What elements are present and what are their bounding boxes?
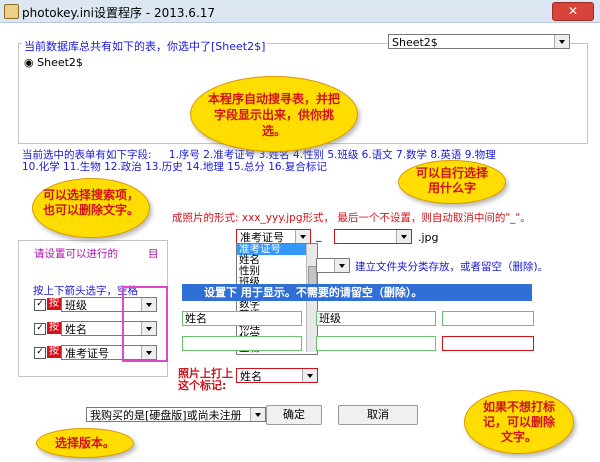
chevron-down-icon[interactable] [295,230,310,243]
version-dropdown-value: 我购买的是[硬盘版]或尚未注册 [90,409,242,422]
fields-line2: 10.化学 11.生物 12.政治 13.历史 14.地理 15.总分 16.复… [22,161,327,173]
title-bar: photokey.ini设置程序 - 2013.6.17 ✕ [0,0,600,23]
search-row-checkbox[interactable]: ✓ [34,323,46,335]
fields-info: 当前选中的表单有如下字段: 1.序号 2.准考证号 3.姓名 4.性别 5.班级… [22,149,582,173]
display-field-6[interactable] [316,336,436,351]
display-banner: 设置下 用于显示。不需要的请留空（删除）。 [182,284,532,301]
chevron-down-icon[interactable] [302,369,317,382]
photo-format-label: 成照片的形式: xxx_yyy.jpg形式， 最后一个不设置，则自动取消中间的"… [172,212,531,224]
fields-label: 当前选中的表单有如下字段: [22,149,152,161]
display-field-1[interactable]: 姓名 [182,311,302,326]
version-dropdown[interactable]: 我购买的是[硬盘版]或尚未注册 [86,407,266,422]
bubble-self-select: 可以自行选择用什么字 [398,160,506,204]
bubble-delete-mark: 如果不想打标记，可以删除文字。 [464,390,574,454]
search-row-tag: 按 [47,322,61,334]
photo-format-dropdown1[interactable]: 准考证号 [236,229,311,244]
chevron-down-icon[interactable] [396,230,411,243]
display-field-5[interactable] [182,336,302,351]
search-row-value: 班级 [65,299,87,312]
mark-label-line2: 这个标记: [178,379,227,392]
bubble-auto-search: 本程序自动搜寻表，并把字段显示出来，供你挑选。 [190,76,358,152]
ok-button[interactable]: 确定 [266,405,322,425]
table-dropdown-value: Sheet2$ [392,36,438,49]
table-radio[interactable]: ◉ Sheet2$ [24,56,83,69]
cancel-button[interactable]: 取消 [338,405,418,425]
photo-format-dropdown2[interactable] [334,229,412,244]
search-row-tag: 按 [47,346,61,358]
separator-label: _ [316,229,322,242]
db-info-label: 当前数据库总共有如下的表，你选中了[Sheet2$] [22,38,268,54]
chevron-down-icon[interactable] [334,259,349,272]
search-panel-title: 请设置可以进行的 [34,246,118,261]
search-panel-title-text: 请设置可以进行的 [34,248,118,260]
search-row-tag: 按 [47,298,61,310]
search-row-value: 姓名 [65,323,87,336]
display-field-4[interactable] [442,311,534,326]
mark-label: 照片上打上 这个标记: [178,368,233,392]
folder-dropdown[interactable] [316,258,350,273]
chevron-down-icon[interactable] [250,408,265,421]
search-highlight-box [122,286,168,362]
display-field-3[interactable]: 班级 [316,311,436,326]
radio-dot-icon: ◉ [24,56,34,69]
folder-label: 建立文件夹分类存放，或者留空（删除)。 [355,261,549,273]
display-field-7[interactable] [442,336,534,351]
search-row-checkbox[interactable]: ✓ [34,347,46,359]
close-button[interactable]: ✕ [552,2,594,21]
extension-label: .jpg [418,231,439,244]
table-radio-label: Sheet2$ [37,56,83,69]
window-title: photokey.ini设置程序 - 2013.6.17 [22,6,216,20]
mark-dropdown-value: 姓名 [240,370,262,383]
chevron-down-icon[interactable] [554,35,569,48]
search-panel-title-tail: 目 [148,248,159,260]
app-icon [4,4,19,19]
mark-dropdown[interactable]: 姓名 [236,368,318,383]
search-row-checkbox[interactable]: ✓ [34,299,46,311]
table-dropdown[interactable]: Sheet2$ [388,34,570,49]
bubble-select-search: 可以选择搜索项，也可以删除文字。 [32,178,150,238]
search-row-value: 准考证号 [65,347,109,360]
bubble-version: 选择版本。 [36,428,134,458]
